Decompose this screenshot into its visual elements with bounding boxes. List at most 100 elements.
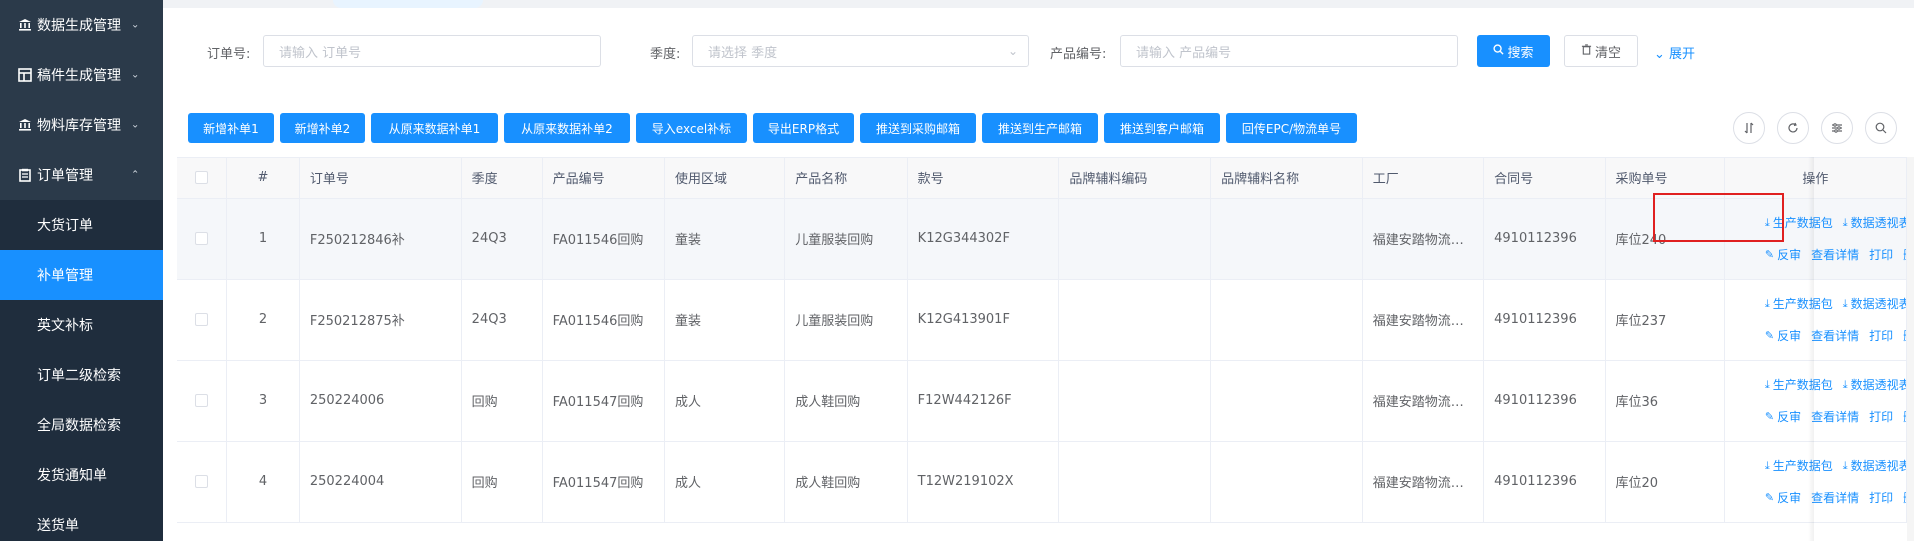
- supplement-from-data-2-button[interactable]: 从原来数据补单2: [504, 113, 630, 143]
- production-package-link[interactable]: ⤓ 生产数据包: [1765, 295, 1833, 312]
- table-row[interactable]: 2 F250212875补 24Q3 FA011546回购 童装 儿童服装回购 …: [177, 279, 1907, 361]
- checkbox[interactable]: [195, 232, 209, 245]
- trash-icon: [1581, 43, 1592, 59]
- sidebar-group-inventory[interactable]: 物料库存管理 ⌄: [0, 100, 163, 150]
- col-header-product-no: 产品编号: [542, 158, 665, 199]
- cell-season: 回购: [461, 441, 543, 523]
- chevron-down-icon: ⌄: [131, 19, 140, 31]
- print-link[interactable]: 打印: [1869, 489, 1893, 506]
- supplement-from-data-1-button[interactable]: 从原来数据补单1: [371, 113, 498, 143]
- production-package-link[interactable]: ⤓ 生产数据包: [1765, 457, 1833, 474]
- table-row[interactable]: 4 250224004 回购 FA011547回购 成人 成人鞋回购 T12W2…: [177, 441, 1907, 523]
- order-no-input[interactable]: 请输入 订单号: [263, 35, 601, 67]
- cell-ops: ⤓生产数据包 ⤓数据透视表 ✎反审 查看详情 打印 删除: [1724, 441, 1907, 523]
- sidebar-item-global-search[interactable]: 全局数据检索: [0, 400, 163, 450]
- sidebar-item-english-labels[interactable]: 英文补标: [0, 300, 163, 350]
- layout-icon: [17, 67, 33, 83]
- select-all-checkbox[interactable]: [177, 158, 228, 199]
- table-header-row: # 订单号 季度 产品编号 使用区域 产品名称 款号 品牌辅料编码 品牌辅料名称…: [177, 158, 1907, 199]
- cell-purchase-no: 库位20: [1605, 441, 1725, 523]
- cell-style-no: F12W442126F: [907, 360, 1060, 442]
- sidebar-item-supplement-orders[interactable]: 补单管理: [0, 250, 163, 300]
- cell-index: 1: [226, 198, 300, 280]
- delete-link[interactable]: 删除: [1903, 408, 1905, 425]
- sidebar-group-order-management[interactable]: 订单管理 ⌃: [0, 150, 163, 200]
- search-icon[interactable]: [1865, 112, 1897, 144]
- sidebar-group-data-generation[interactable]: 数据生成管理 ⌄: [0, 0, 163, 50]
- clear-button[interactable]: 清空: [1564, 35, 1638, 67]
- chevron-up-icon: ⌃: [131, 169, 140, 181]
- row-select-cell[interactable]: [177, 279, 228, 361]
- delete-link[interactable]: 删除: [1903, 489, 1905, 506]
- ops-line-top: ⤓ 生产数据包 ⤓ 数据透视表: [1725, 456, 1906, 476]
- table-row[interactable]: 3 250224006 回购 FA011547回购 成人 成人鞋回购 F12W4…: [177, 360, 1907, 442]
- delete-link[interactable]: 删除: [1903, 327, 1905, 344]
- push-purchase-email-button[interactable]: 推送到采购邮箱: [860, 113, 976, 143]
- view-detail-link[interactable]: 查看详情: [1811, 408, 1859, 425]
- import-excel-button[interactable]: 导入excel补标: [636, 113, 747, 143]
- production-package-label: 生产数据包: [1772, 297, 1833, 311]
- row-select-cell[interactable]: [177, 441, 228, 523]
- checkbox[interactable]: [195, 475, 209, 488]
- view-detail-link[interactable]: 查看详情: [1811, 246, 1859, 263]
- cell-season: 回购: [461, 360, 543, 442]
- reverse-review-link[interactable]: ✎ 反审: [1765, 246, 1801, 263]
- sidebar-item-order-secondary-search[interactable]: 订单二级检索: [0, 350, 163, 400]
- reverse-review-label: 反审: [1777, 329, 1802, 343]
- checkbox[interactable]: [195, 313, 209, 326]
- reverse-review-link[interactable]: ✎ 反审: [1765, 327, 1801, 344]
- cell-season: 24Q3: [461, 279, 543, 361]
- expand-link[interactable]: ⌄ 展开: [1654, 43, 1695, 62]
- cell-factory: 福建安踏物流…: [1362, 279, 1485, 361]
- row-select-cell[interactable]: [177, 360, 228, 442]
- data-pivot-link[interactable]: ⤓ 数据透视表: [1843, 214, 1906, 231]
- sidebar-item-delivery-note[interactable]: 送货单: [0, 500, 163, 541]
- cell-brand-name: [1210, 198, 1363, 280]
- view-detail-link[interactable]: 查看详情: [1811, 489, 1859, 506]
- sidebar-item-label: 英文补标: [37, 318, 93, 334]
- tab-strip: [163, 0, 1914, 8]
- product-no-input[interactable]: 请输入 产品编号: [1120, 35, 1458, 67]
- ops-line-bottom: ✎反审 查看详情 打印 删除: [1725, 488, 1906, 508]
- ops-line-bottom: ✎反审 查看详情 打印 删除: [1725, 407, 1906, 427]
- cell-style-no: K12G413901F: [907, 279, 1060, 361]
- sidebar-item-label: 全局数据检索: [37, 418, 121, 434]
- data-pivot-link[interactable]: ⤓ 数据透视表: [1843, 457, 1906, 474]
- add-supplement-2-button[interactable]: 新增补单2: [280, 113, 365, 143]
- print-link[interactable]: 打印: [1869, 246, 1893, 263]
- search-button[interactable]: 搜索: [1477, 35, 1550, 67]
- expand-link-label: 展开: [1669, 47, 1696, 62]
- delete-link[interactable]: 删除: [1903, 246, 1905, 263]
- print-link[interactable]: 打印: [1869, 408, 1893, 425]
- sort-icon[interactable]: [1733, 112, 1765, 144]
- column-settings-icon[interactable]: [1821, 112, 1853, 144]
- return-epc-button[interactable]: 回传EPC/物流单号: [1226, 113, 1357, 143]
- production-package-label: 生产数据包: [1772, 459, 1833, 473]
- reverse-review-link[interactable]: ✎ 反审: [1765, 408, 1801, 425]
- checkbox[interactable]: [195, 394, 209, 407]
- export-erp-button[interactable]: 导出ERP格式: [753, 113, 854, 143]
- add-supplement-1-button[interactable]: 新增补单1: [188, 113, 274, 143]
- row-select-cell[interactable]: [177, 198, 228, 280]
- push-production-email-button[interactable]: 推送到生产邮箱: [982, 113, 1098, 143]
- col-header-season: 季度: [461, 158, 543, 199]
- sidebar-item-label: 送货单: [37, 518, 79, 534]
- sidebar-item-bulk-orders[interactable]: 大货订单: [0, 200, 163, 250]
- data-pivot-link[interactable]: ⤓ 数据透视表: [1843, 295, 1906, 312]
- production-package-link[interactable]: ⤓ 生产数据包: [1765, 376, 1833, 393]
- print-link[interactable]: 打印: [1869, 327, 1893, 344]
- table-scrollbar[interactable]: [1907, 157, 1914, 541]
- search-icon: [1493, 43, 1505, 59]
- sidebar-group-manuscript[interactable]: 稿件生成管理 ⌄: [0, 50, 163, 100]
- sidebar-group-label: 数据生成管理: [37, 18, 121, 34]
- season-select[interactable]: 请选择 季度 ⌄: [692, 35, 1029, 67]
- refresh-icon[interactable]: [1777, 112, 1809, 144]
- reverse-review-link[interactable]: ✎ 反审: [1765, 489, 1801, 506]
- sidebar-item-shipping-notice[interactable]: 发货通知单: [0, 450, 163, 500]
- checkbox[interactable]: [195, 171, 209, 185]
- data-pivot-link[interactable]: ⤓ 数据透视表: [1843, 376, 1906, 393]
- view-detail-link[interactable]: 查看详情: [1811, 327, 1859, 344]
- table-row[interactable]: 1 F250212846补 24Q3 FA011546回购 童装 儿童服装回购 …: [177, 198, 1907, 280]
- push-customer-email-button[interactable]: 推送到客户邮箱: [1104, 113, 1220, 143]
- cell-factory: 福建安踏物流…: [1362, 198, 1485, 280]
